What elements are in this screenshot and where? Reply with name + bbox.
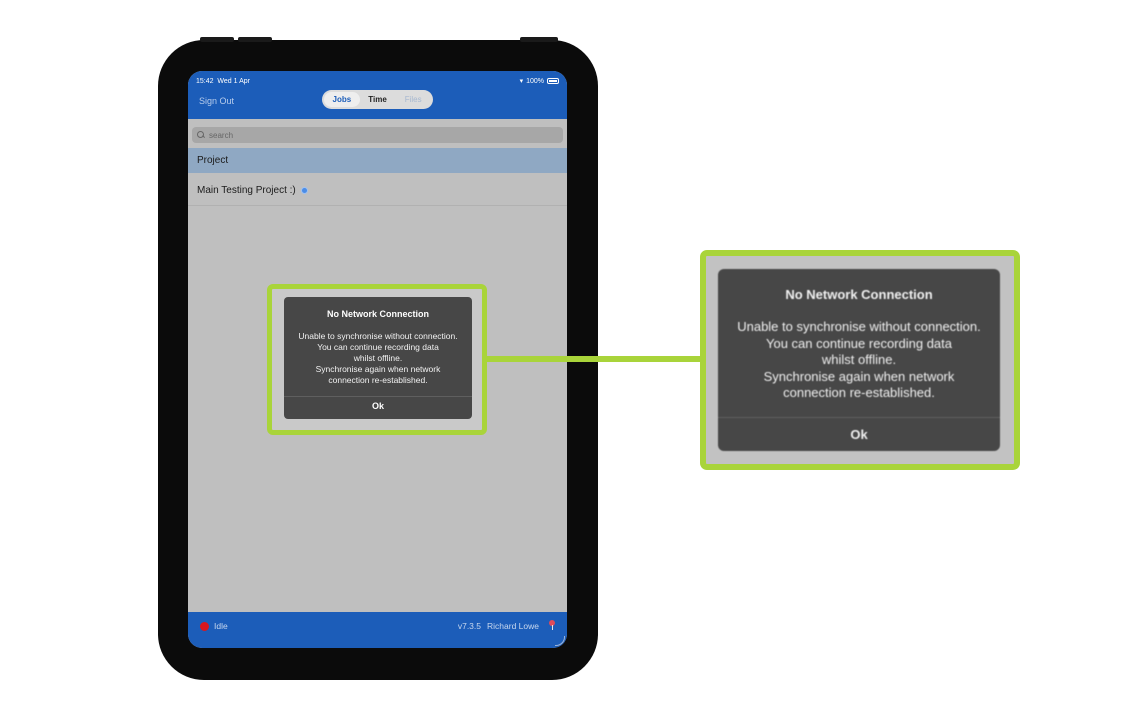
list-item[interactable]: Main Testing Project :) <box>188 175 567 206</box>
alert-callout-enlarged: No Network Connection Unable to synchron… <box>700 250 1020 470</box>
alert-message-line: connection re-established. <box>328 375 428 385</box>
alert-ok-button[interactable]: Ok <box>284 401 472 411</box>
tab-jobs[interactable]: Jobs <box>324 92 360 107</box>
user-name: Richard Lowe <box>487 621 539 631</box>
sign-out-button[interactable]: Sign Out <box>199 96 234 106</box>
status-time-date: 15:42 Wed 1 Apr <box>196 78 250 85</box>
tab-time[interactable]: Time <box>360 92 396 107</box>
alert-message-line: whilst offline. <box>821 352 897 367</box>
app-footer: Idle v7.3.5 Richard Lowe <box>188 612 567 648</box>
alert-message-line: Synchronise again when network <box>315 364 441 374</box>
search-bar[interactable] <box>192 127 563 143</box>
no-network-alert: No Network Connection Unable to synchron… <box>284 297 472 419</box>
search-input[interactable] <box>209 130 529 140</box>
alert-divider <box>284 396 472 397</box>
battery-percent: 100% <box>526 77 544 85</box>
location-pin-icon[interactable] <box>549 620 555 630</box>
resize-corner-icon <box>555 636 565 646</box>
search-icon <box>197 131 205 139</box>
status-right: ▾ 100% <box>520 77 559 85</box>
callout-connector-line <box>485 356 703 362</box>
alert-ok-button[interactable]: Ok <box>718 427 1000 442</box>
alert-message-line: You can continue recording data <box>317 342 439 352</box>
sync-status-label: Idle <box>214 621 228 631</box>
battery-icon <box>547 78 559 84</box>
status-bar: 15:42 Wed 1 Apr ▾ 100% <box>196 75 559 87</box>
app-version: v7.3.5 <box>457 621 481 631</box>
sync-status-dot-icon <box>301 187 307 193</box>
alert-message-line: connection re-established. <box>783 385 935 400</box>
app-header: 15:42 Wed 1 Apr ▾ 100% Sign Out Jobs Tim… <box>188 71 567 119</box>
wifi-icon: ▾ <box>519 78 524 85</box>
alert-highlight-small: No Network Connection Unable to synchron… <box>267 284 487 435</box>
alert-message-line: You can continue recording data <box>766 335 952 351</box>
power-button <box>520 37 558 42</box>
volume-down-button <box>238 37 272 42</box>
alert-title: No Network Connection <box>785 287 933 302</box>
tab-files[interactable]: Files <box>395 92 431 107</box>
volume-up-button <box>200 37 234 42</box>
view-segmented-control: Jobs Time Files <box>322 90 433 109</box>
no-network-alert-enlarged: No Network Connection Unable to synchron… <box>718 269 1000 451</box>
list-item-label: Main Testing Project :) <box>197 185 296 196</box>
alert-message-line: Synchronise again when network <box>763 368 955 384</box>
alert-divider <box>718 417 1000 418</box>
alert-title: No Network Connection <box>326 309 429 319</box>
alert-message: Unable to synchronise without connection… <box>284 331 472 386</box>
status-date: Wed 1 Apr <box>217 77 250 85</box>
alert-message-line: Unable to synchronise without connection… <box>298 331 458 341</box>
section-header-project: Project <box>188 148 567 173</box>
alert-message-line: whilst offline. <box>353 353 403 363</box>
idle-status-icon <box>200 622 209 631</box>
alert-message: Unable to synchronise without connection… <box>718 319 1000 402</box>
status-time: 15:42 <box>196 77 214 85</box>
alert-message-line: Unable to synchronise without connection… <box>737 319 981 334</box>
